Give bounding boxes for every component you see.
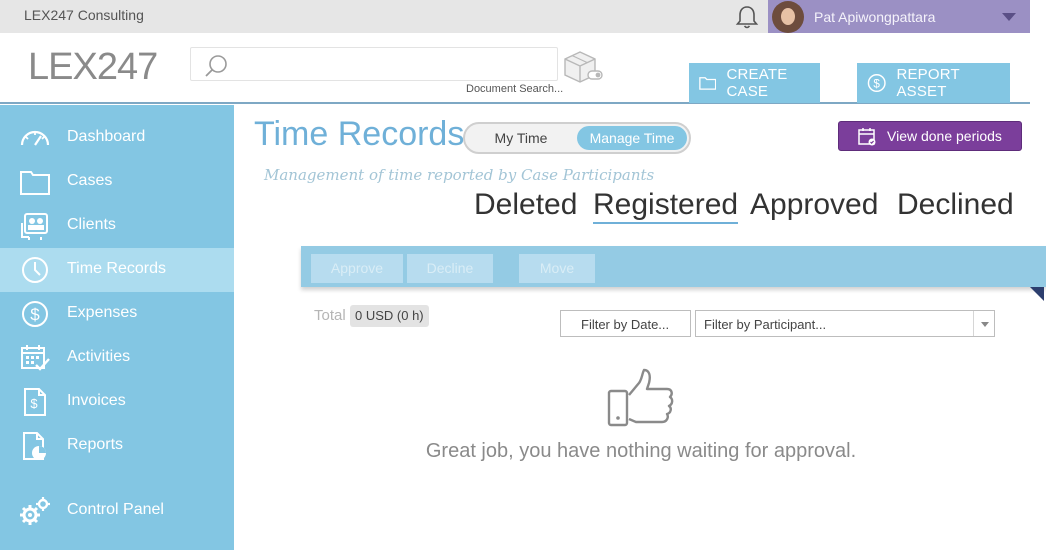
top-bar: LEX247 Consulting Pat Apiwongpattara — [0, 0, 1030, 33]
decline-button[interactable]: Decline — [407, 254, 493, 283]
calendar-check-icon — [21, 345, 50, 371]
sidebar-item-invoices[interactable]: $ Invoices — [0, 380, 234, 424]
sidebar-item-expenses[interactable]: $ Expenses — [0, 292, 234, 336]
sidebar-item-activities[interactable]: Activities — [0, 336, 234, 380]
tab-approved[interactable]: Approved — [750, 188, 878, 222]
tab-declined[interactable]: Declined — [897, 188, 1014, 222]
sidebar-item-clients[interactable]: Clients — [0, 204, 234, 248]
svg-text:$: $ — [30, 396, 38, 411]
clients-icon — [21, 213, 48, 240]
filter-by-participant-select[interactable]: Filter by Participant... — [695, 310, 995, 337]
total-label: Total — [314, 307, 346, 324]
clock-icon — [22, 257, 48, 283]
time-mode-toggle[interactable]: My Time Manage Time — [463, 122, 691, 154]
view-done-periods-button[interactable]: View done periods — [838, 121, 1022, 151]
approve-button[interactable]: Approve — [311, 254, 403, 283]
invoice-icon: $ — [24, 388, 46, 416]
sidebar-item-label: Dashboard — [67, 128, 146, 145]
thumbs-up-icon — [607, 368, 674, 427]
page-subtitle: Management of time reported by Case Part… — [264, 166, 655, 184]
view-done-periods-label: View done periods — [887, 128, 1002, 144]
sidebar-item-label: Activities — [67, 348, 131, 365]
svg-text:$: $ — [30, 305, 40, 324]
gears-icon — [20, 497, 50, 525]
corner-marker — [1030, 287, 1044, 301]
folder-icon — [699, 77, 717, 90]
document-box-icon[interactable] — [562, 49, 604, 83]
dollar-icon: $ — [22, 301, 48, 327]
total-value: 0 USD (0 h) — [350, 305, 429, 327]
sidebar-item-label: Time Records — [67, 260, 166, 277]
report-asset-button[interactable]: $ REPORT ASSET — [857, 63, 1010, 103]
sidebar-item-label: Control Panel — [67, 501, 164, 518]
search-input[interactable] — [190, 47, 558, 81]
chevron-down-icon[interactable] — [1002, 13, 1016, 21]
tab-deleted[interactable]: Deleted — [474, 188, 577, 222]
svg-text:$: $ — [873, 77, 880, 90]
sidebar-item-label: Cases — [67, 172, 113, 189]
toggle-manage-time[interactable]: Manage Time — [577, 126, 687, 150]
user-name: Pat Apiwongpattara — [814, 9, 936, 25]
sidebar: Dashboard Cases Clients Time Records $ E… — [0, 105, 234, 550]
sidebar-item-time-records[interactable]: Time Records — [0, 248, 234, 292]
create-case-button[interactable]: CREATE CASE — [689, 63, 820, 103]
user-menu[interactable]: Pat Apiwongpattara — [768, 0, 1030, 33]
empty-state-message: Great job, you have nothing waiting for … — [425, 440, 857, 462]
report-asset-label: REPORT ASSET — [896, 66, 960, 100]
gauge-icon — [20, 130, 50, 146]
search-caption: Document Search... — [466, 83, 564, 95]
move-button[interactable]: Move — [519, 254, 595, 283]
dollar-icon: $ — [867, 74, 886, 92]
sidebar-item-control-panel[interactable]: Control Panel — [0, 489, 234, 533]
filter-by-date-input[interactable]: Filter by Date... — [560, 310, 691, 337]
filter-participant-text: Filter by Participant... — [704, 317, 827, 332]
action-toolbar: Approve Decline Move — [301, 246, 1046, 287]
bell-icon[interactable] — [734, 4, 760, 30]
search-icon — [205, 55, 227, 77]
chevron-down-icon[interactable] — [973, 311, 994, 336]
sidebar-item-cases[interactable]: Cases — [0, 160, 234, 204]
avatar — [772, 1, 804, 33]
sidebar-item-dashboard[interactable]: Dashboard — [0, 116, 234, 160]
sidebar-item-label: Invoices — [67, 392, 126, 409]
tab-registered[interactable]: Registered — [593, 188, 739, 224]
sidebar-item-label: Clients — [67, 216, 116, 233]
toggle-my-time[interactable]: My Time — [471, 126, 571, 150]
calendar-icon — [858, 128, 876, 146]
company-name: LEX247 Consulting — [24, 7, 144, 23]
folder-icon — [20, 171, 50, 195]
header: LEX247 Document Search... CREATE CASE $ … — [0, 33, 1030, 104]
logo[interactable]: LEX247 — [28, 46, 158, 89]
sidebar-item-label: Expenses — [67, 304, 138, 321]
create-case-label: CREATE CASE — [726, 66, 788, 100]
page-title: Time Records — [254, 115, 465, 153]
